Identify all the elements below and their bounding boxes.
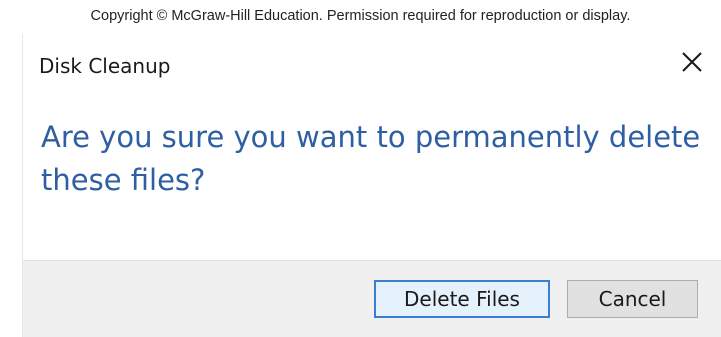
page: Copyright © McGraw-Hill Education. Permi… bbox=[0, 0, 721, 337]
disk-cleanup-dialog: Disk Cleanup Are you sure you want to pe… bbox=[22, 34, 721, 337]
cancel-button-label: Cancel bbox=[598, 287, 667, 311]
dialog-title-bar: Disk Cleanup bbox=[23, 34, 721, 96]
dialog-button-bar: Delete Files Cancel bbox=[23, 260, 721, 337]
close-icon bbox=[682, 52, 702, 72]
close-button[interactable] bbox=[672, 42, 712, 82]
cancel-button[interactable]: Cancel bbox=[567, 280, 698, 318]
dialog-title: Disk Cleanup bbox=[39, 54, 171, 78]
delete-files-button[interactable]: Delete Files bbox=[374, 280, 550, 318]
copyright-notice: Copyright © McGraw-Hill Education. Permi… bbox=[90, 8, 631, 24]
delete-files-button-label: Delete Files bbox=[404, 287, 520, 311]
confirmation-message: Are you sure you want to permanently del… bbox=[41, 120, 701, 197]
